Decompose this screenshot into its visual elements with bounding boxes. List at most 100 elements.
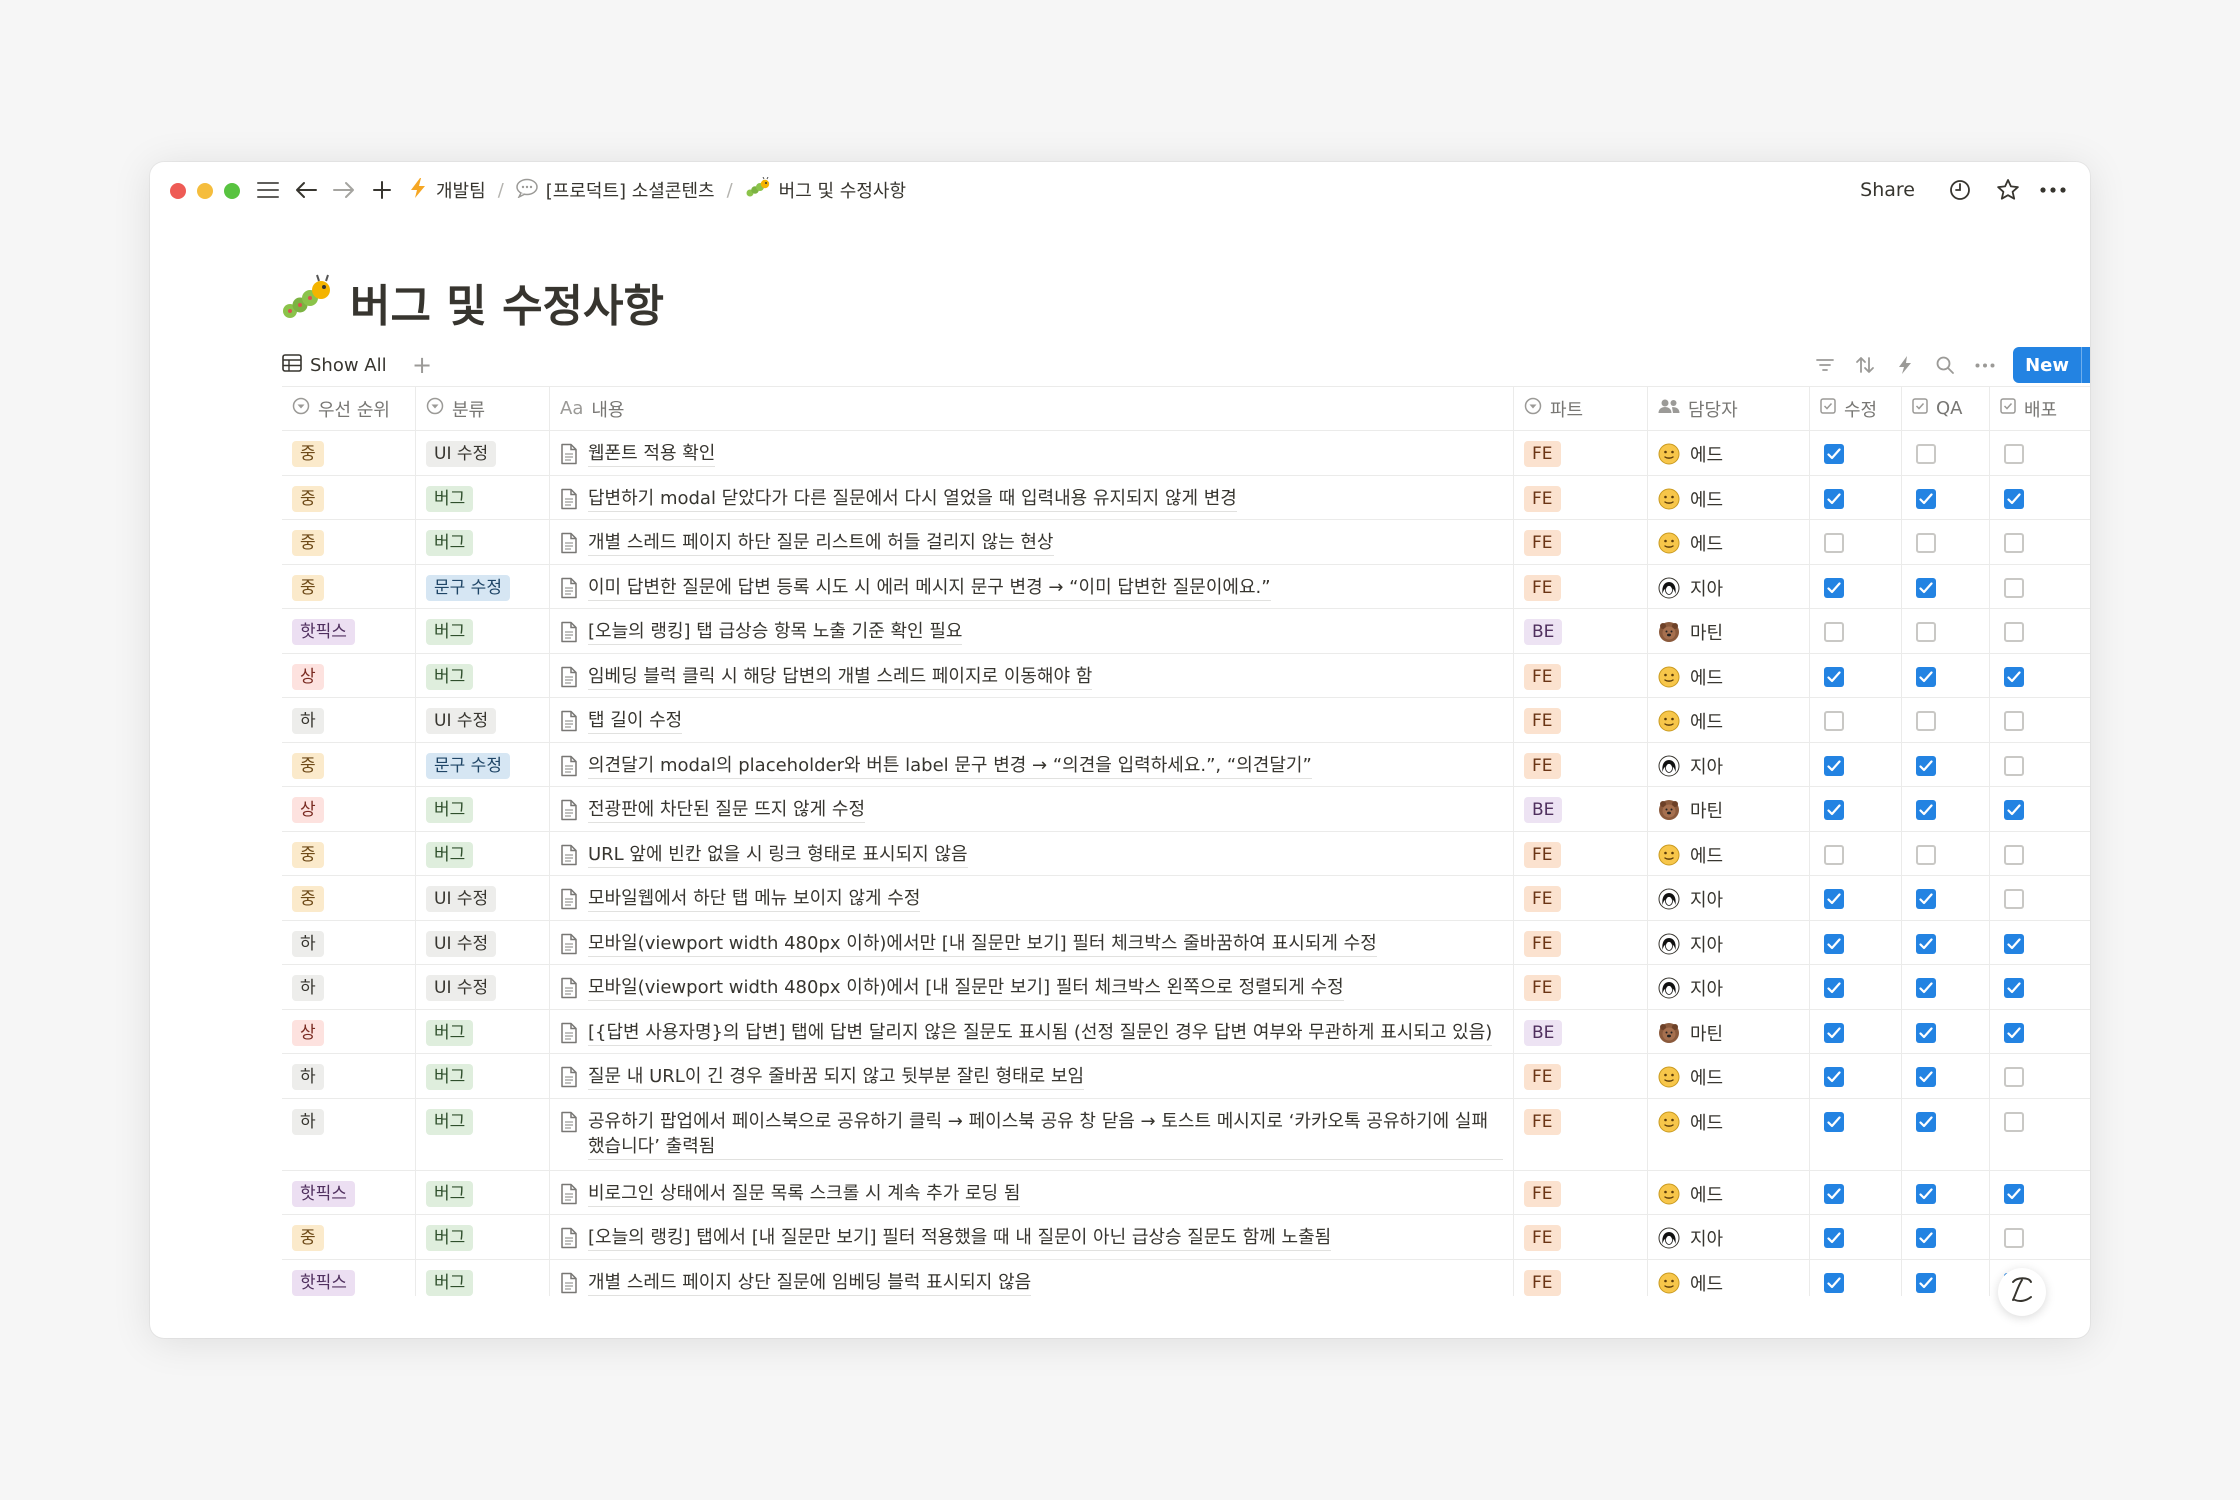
page-link[interactable]: 개별 스레드 페이지 상단 질문에 임베딩 블럭 표시되지 않음 <box>560 1270 1032 1297</box>
table-row[interactable]: 중 UI 수정 웹폰트 적용 확인 FE 에드 <box>282 431 2090 476</box>
priority-cell[interactable]: 하 <box>282 698 416 742</box>
content-cell[interactable]: 개별 스레드 페이지 상단 질문에 임베딩 블럭 표시되지 않음 <box>550 1259 1514 1297</box>
deploy-checkbox[interactable] <box>2004 755 2024 776</box>
content-cell[interactable]: [{답변 사용자명}의 답변] 탭에 답변 달리지 않은 질문도 표시됨 (선정… <box>550 1009 1514 1053</box>
category-cell[interactable]: UI 수정 <box>416 698 550 742</box>
qa-checkbox[interactable] <box>1916 1022 1936 1043</box>
assignee-cell[interactable]: 마틴 <box>1648 609 1810 653</box>
fix-checkbox[interactable] <box>1824 1022 1844 1043</box>
content-cell[interactable]: 모바일웹에서 하단 탭 메뉴 보이지 않게 수정 <box>550 876 1514 920</box>
table-row[interactable]: 중 문구 수정 의견달기 modal의 placeholder와 버튼 label … <box>282 742 2090 787</box>
priority-cell[interactable]: 하 <box>282 1098 416 1170</box>
view-tab-show-all[interactable]: Show All <box>282 344 387 386</box>
priority-cell[interactable]: 상 <box>282 1009 416 1053</box>
assignee-cell[interactable]: 지아 <box>1648 965 1810 1009</box>
table-row[interactable]: 중 UI 수정 모바일웹에서 하단 탭 메뉴 보이지 않게 수정 FE 지아 <box>282 876 2090 921</box>
table-row[interactable]: 상 버그 전광판에 차단된 질문 뜨지 않게 수정 BE 마틴 <box>282 787 2090 832</box>
table-row[interactable]: 하 버그 공유하기 팝업에서 페이스북으로 공유하기 클릭 → 페이스북 공유 창 … <box>282 1098 2090 1171</box>
part-cell[interactable]: FE <box>1514 876 1648 920</box>
content-cell[interactable]: [오늘의 랭킹] 탭 급상승 항목 노출 기준 확인 필요 <box>550 609 1514 653</box>
close-window-button[interactable] <box>170 183 186 199</box>
column-header-assignee[interactable]: 담당자 <box>1648 387 1810 430</box>
qa-checkbox[interactable] <box>1916 1111 1936 1132</box>
page-link[interactable]: 질문 내 URL이 긴 경우 줄바꿈 되지 않고 뒷부분 잘린 형태로 보임 <box>560 1064 1085 1096</box>
content-cell[interactable]: 모바일(viewport width 480px 이하)에서만 [내 질문만 보… <box>550 920 1514 964</box>
assignee-cell[interactable]: 마틴 <box>1648 787 1810 831</box>
new-entry-button[interactable]: New <box>2013 347 2090 383</box>
deploy-checkbox[interactable] <box>2004 1022 2024 1043</box>
part-cell[interactable]: FE <box>1514 520 1648 564</box>
page-link[interactable]: 답변하기 modal 닫았다가 다른 질문에서 다시 열었을 때 입력내용 유지… <box>560 486 1237 518</box>
page-link[interactable]: URL 앞에 빈칸 없을 시 링크 형태로 표시되지 않음 <box>560 842 968 874</box>
assignee-cell[interactable]: 에드 <box>1648 1170 1810 1214</box>
deploy-checkbox[interactable] <box>2004 978 2024 998</box>
content-cell[interactable]: 개별 스레드 페이지 하단 질문 리스트에 허들 걸리지 않는 현상 <box>550 520 1514 564</box>
qa-checkbox[interactable] <box>1916 933 1936 954</box>
category-cell[interactable]: UI 수정 <box>416 876 550 920</box>
priority-cell[interactable]: 중 <box>282 742 416 786</box>
category-cell[interactable]: 버그 <box>416 1170 550 1214</box>
category-cell[interactable]: 버그 <box>416 520 550 564</box>
assignee-cell[interactable]: 에드 <box>1648 831 1810 875</box>
qa-checkbox[interactable] <box>1916 622 1936 642</box>
breadcrumb-item-team[interactable]: 개발팀 <box>408 177 486 204</box>
table-row[interactable]: 하 버그 질문 내 URL이 긴 경우 줄바꿈 되지 않고 뒷부분 잘린 형태로 보… <box>282 1054 2090 1099</box>
zoom-window-button[interactable] <box>224 183 240 199</box>
priority-cell[interactable]: 핫픽스 <box>282 1259 416 1296</box>
priority-cell[interactable]: 하 <box>282 965 416 1009</box>
content-cell[interactable]: 웹폰트 적용 확인 <box>550 431 1514 475</box>
fix-checkbox[interactable] <box>1824 666 1844 687</box>
category-cell[interactable]: 버그 <box>416 609 550 653</box>
assignee-cell[interactable]: 마틴 <box>1648 1009 1810 1053</box>
qa-checkbox[interactable] <box>1916 1067 1936 1087</box>
priority-cell[interactable]: 중 <box>282 1215 416 1259</box>
fix-checkbox[interactable] <box>1824 844 1844 865</box>
chevron-down-icon[interactable] <box>2081 347 2090 383</box>
table-row[interactable]: 상 버그 임베딩 블럭 클릭 시 해당 답변의 개별 스레드 페이지로 이동해야 함… <box>282 653 2090 698</box>
qa-checkbox[interactable] <box>1916 711 1936 731</box>
qa-checkbox[interactable] <box>1916 577 1936 598</box>
content-cell[interactable]: 모바일(viewport width 480px 이하)에서 [내 질문만 보기… <box>550 965 1514 1009</box>
deploy-checkbox[interactable] <box>2004 889 2024 909</box>
sidebar-menu-icon[interactable] <box>254 176 282 204</box>
part-cell[interactable]: BE <box>1514 1009 1648 1053</box>
table-row[interactable]: 중 버그 답변하기 modal 닫았다가 다른 질문에서 다시 열었을 때 입력내용… <box>282 475 2090 520</box>
qa-checkbox[interactable] <box>1916 1228 1936 1248</box>
assignee-cell[interactable]: 에드 <box>1648 1098 1810 1170</box>
content-cell[interactable]: 의견달기 modal의 placeholder와 버튼 label 문구 변경 … <box>550 742 1514 786</box>
qa-checkbox[interactable] <box>1916 488 1936 509</box>
qa-checkbox[interactable] <box>1916 844 1936 865</box>
part-cell[interactable]: FE <box>1514 831 1648 875</box>
page-link[interactable]: 웹폰트 적용 확인 <box>560 441 716 473</box>
assignee-cell[interactable]: 지아 <box>1648 876 1810 920</box>
share-button[interactable]: Share <box>1860 176 1915 204</box>
priority-cell[interactable]: 하 <box>282 920 416 964</box>
deploy-checkbox[interactable] <box>2004 844 2024 865</box>
deploy-checkbox[interactable] <box>2004 444 2024 464</box>
table-row[interactable]: 중 버그 [오늘의 랭킹] 탭에서 [내 질문만 보기] 필터 적용했을 때 내 질… <box>282 1215 2090 1260</box>
assignee-cell[interactable]: 에드 <box>1648 698 1810 742</box>
fix-checkbox[interactable] <box>1824 1272 1844 1293</box>
part-cell[interactable]: FE <box>1514 1259 1648 1296</box>
table-row[interactable]: 하 UI 수정 탭 길이 수정 FE 에드 <box>282 698 2090 743</box>
part-cell[interactable]: FE <box>1514 742 1648 786</box>
table-row[interactable]: 핫픽스 버그 [오늘의 랭킹] 탭 급상승 항목 노출 기준 확인 필요 BE 마틴 <box>282 609 2090 654</box>
deploy-checkbox[interactable] <box>2004 933 2024 954</box>
assignee-cell[interactable]: 에드 <box>1648 520 1810 564</box>
favorite-star-icon[interactable] <box>1994 176 2022 204</box>
part-cell[interactable]: FE <box>1514 965 1648 1009</box>
page-link[interactable]: 탭 길이 수정 <box>560 708 683 740</box>
page-link[interactable]: 비로그인 상태에서 질문 목록 스크롤 시 계속 추가 로딩 됨 <box>560 1181 1021 1213</box>
deploy-checkbox[interactable] <box>2004 666 2024 687</box>
page-link[interactable]: 전광판에 차단된 질문 뜨지 않게 수정 <box>560 797 866 829</box>
column-header-priority[interactable]: 우선 순위 <box>282 387 416 430</box>
column-header-category[interactable]: 분류 <box>416 387 550 430</box>
content-cell[interactable]: 답변하기 modal 닫았다가 다른 질문에서 다시 열었을 때 입력내용 유지… <box>550 475 1514 519</box>
category-cell[interactable]: 버그 <box>416 787 550 831</box>
fix-checkbox[interactable] <box>1824 800 1844 820</box>
filter-icon[interactable] <box>1805 344 1845 386</box>
deploy-checkbox[interactable] <box>2004 533 2024 553</box>
deploy-checkbox[interactable] <box>2004 1067 2024 1087</box>
column-header-content[interactable]: Aa 내용 <box>550 387 1514 430</box>
part-cell[interactable]: FE <box>1514 653 1648 697</box>
